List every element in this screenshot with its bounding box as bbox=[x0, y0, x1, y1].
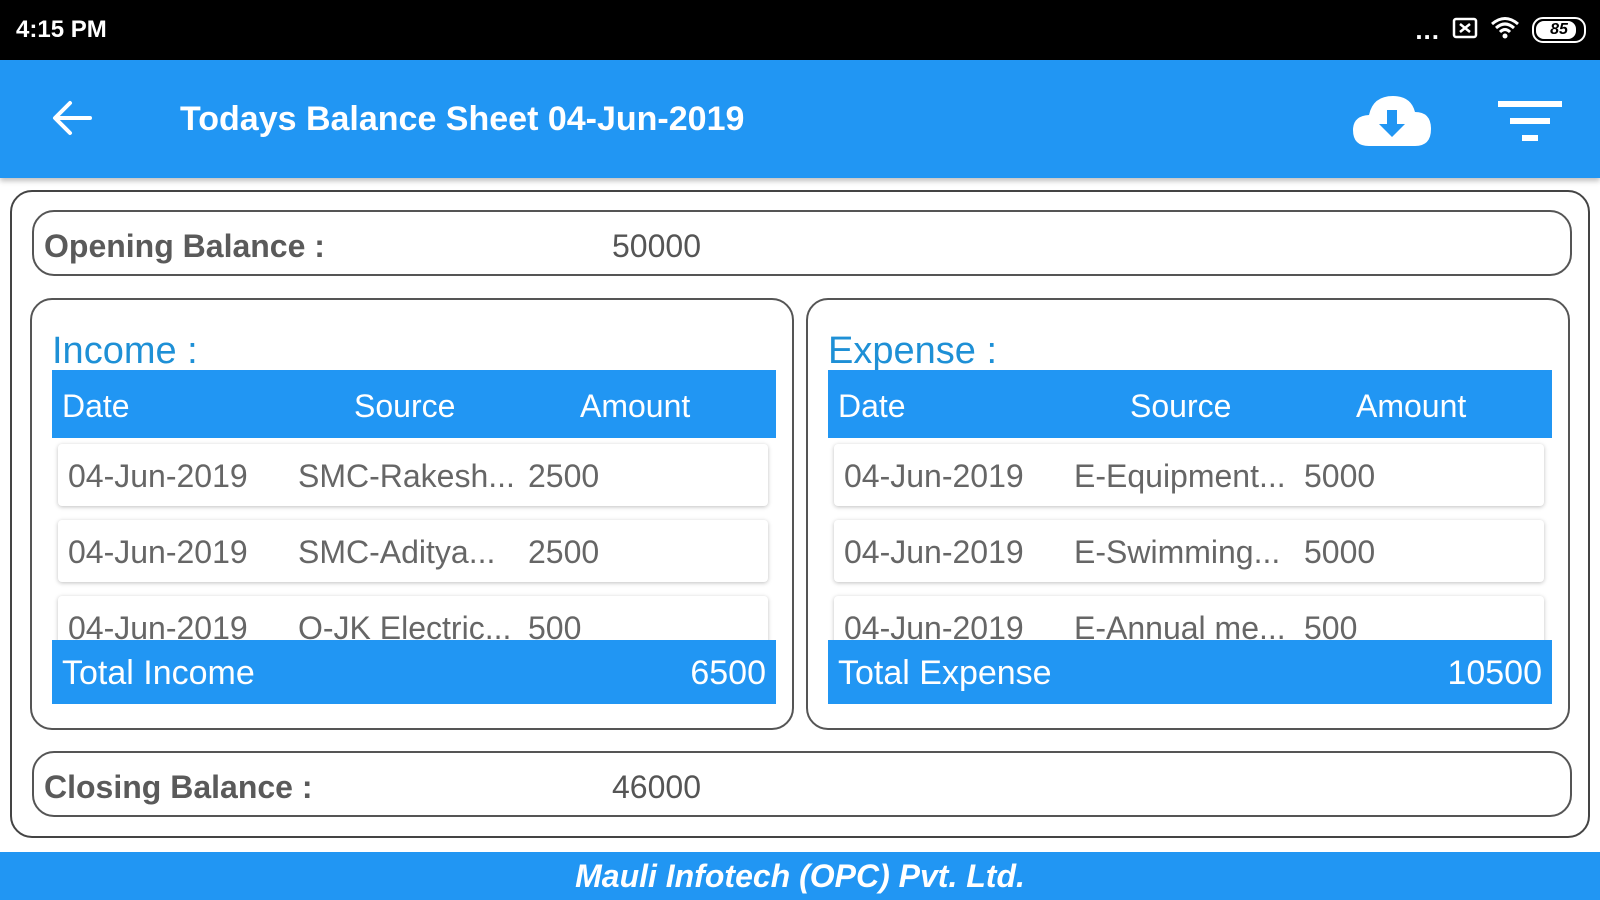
income-title: Income : bbox=[52, 330, 198, 372]
income-row-amount: 2500 bbox=[528, 458, 600, 494]
wifi-icon bbox=[1490, 16, 1520, 45]
expense-row-source: E-Swimming... bbox=[1074, 534, 1281, 570]
income-total-value: 6500 bbox=[690, 654, 766, 692]
expense-row-date: 04-Jun-2019 bbox=[844, 610, 1024, 640]
cloud-download-icon bbox=[1353, 96, 1431, 146]
closing-balance-value: 46000 bbox=[612, 769, 701, 805]
page-title: Todays Balance Sheet 04-Jun-2019 bbox=[180, 100, 745, 138]
income-row-date: 04-Jun-2019 bbox=[68, 610, 248, 640]
income-row[interactable]: 04-Jun-2019 O-JK Electric... 500 bbox=[58, 596, 768, 640]
income-list[interactable]: 04-Jun-2019 SMC-Rakesh... 2500 04-Jun-20… bbox=[52, 438, 776, 640]
income-table-header: Date Source Amount bbox=[52, 370, 776, 438]
expense-col-amount: Amount bbox=[1356, 388, 1467, 424]
expense-list[interactable]: 04-Jun-2019 E-Equipment... 5000 04-Jun-2… bbox=[828, 438, 1552, 640]
expense-col-source: Source bbox=[1130, 388, 1232, 424]
income-panel: Income : Date Source Amount 04-Jun-2019 … bbox=[30, 298, 794, 730]
expense-row-date: 04-Jun-2019 bbox=[844, 534, 1024, 570]
status-bar: 4:15 PM ... 85 bbox=[0, 0, 1600, 60]
expense-row-source: E-Equipment... bbox=[1074, 458, 1286, 494]
expense-total-value: 10500 bbox=[1447, 654, 1542, 692]
footer-company-name: Mauli Infotech (OPC) Pvt. Ltd. bbox=[0, 852, 1600, 900]
opening-balance-label: Opening Balance : bbox=[44, 228, 325, 264]
app-bar: Todays Balance Sheet 04-Jun-2019 bbox=[0, 60, 1600, 178]
expense-row-amount: 5000 bbox=[1304, 458, 1376, 494]
income-col-source: Source bbox=[354, 388, 456, 424]
expense-row-amount: 5000 bbox=[1304, 534, 1376, 570]
income-col-amount: Amount bbox=[580, 388, 691, 424]
overflow-dots-icon: ... bbox=[1415, 15, 1440, 45]
income-row-source: O-JK Electric... bbox=[298, 610, 512, 640]
income-total-label: Total Income bbox=[62, 654, 255, 692]
status-time: 4:15 PM bbox=[16, 16, 107, 43]
back-button[interactable] bbox=[40, 86, 104, 150]
income-row-date: 04-Jun-2019 bbox=[68, 458, 248, 494]
expense-table-header: Date Source Amount bbox=[828, 370, 1552, 438]
expense-panel: Expense : Date Source Amount 04-Jun-2019… bbox=[806, 298, 1570, 730]
income-row[interactable]: 04-Jun-2019 SMC-Rakesh... 2500 bbox=[58, 444, 768, 506]
battery-icon: 85 bbox=[1532, 17, 1586, 43]
opening-balance-row: Opening Balance : 50000 bbox=[32, 210, 1572, 276]
expense-row-date: 04-Jun-2019 bbox=[844, 458, 1024, 494]
closing-balance-label: Closing Balance : bbox=[44, 769, 313, 805]
expense-col-date: Date bbox=[838, 388, 906, 424]
filter-icon bbox=[1498, 101, 1562, 141]
expense-title: Expense : bbox=[828, 330, 997, 372]
expense-row[interactable]: 04-Jun-2019 E-Equipment... 5000 bbox=[834, 444, 1544, 506]
expense-total-bar: Total Expense 10500 bbox=[828, 640, 1552, 704]
income-total-bar: Total Income 6500 bbox=[52, 640, 776, 704]
expense-row[interactable]: 04-Jun-2019 E-Swimming... 5000 bbox=[834, 520, 1544, 582]
income-row-source: SMC-Rakesh... bbox=[298, 458, 515, 494]
income-row-date: 04-Jun-2019 bbox=[68, 534, 248, 570]
income-row-source: SMC-Aditya... bbox=[298, 534, 496, 570]
income-row-amount: 500 bbox=[528, 610, 582, 640]
expense-total-label: Total Expense bbox=[838, 654, 1052, 692]
filter-button[interactable] bbox=[1490, 88, 1570, 154]
status-icons: ... 85 bbox=[1415, 14, 1586, 46]
notification-box-icon bbox=[1452, 16, 1478, 45]
income-row[interactable]: 04-Jun-2019 SMC-Aditya... 2500 bbox=[58, 520, 768, 582]
expense-row[interactable]: 04-Jun-2019 E-Annual me... 500 bbox=[834, 596, 1544, 640]
expense-row-source: E-Annual me... bbox=[1074, 610, 1286, 640]
income-row-amount: 2500 bbox=[528, 534, 600, 570]
arrow-left-icon bbox=[53, 101, 92, 135]
closing-balance-row: Closing Balance : 46000 bbox=[32, 751, 1572, 817]
income-col-date: Date bbox=[62, 388, 130, 424]
opening-balance-value: 50000 bbox=[612, 228, 701, 264]
expense-row-amount: 500 bbox=[1304, 610, 1358, 640]
download-button[interactable] bbox=[1344, 78, 1440, 162]
battery-level: 85 bbox=[1550, 21, 1568, 38]
